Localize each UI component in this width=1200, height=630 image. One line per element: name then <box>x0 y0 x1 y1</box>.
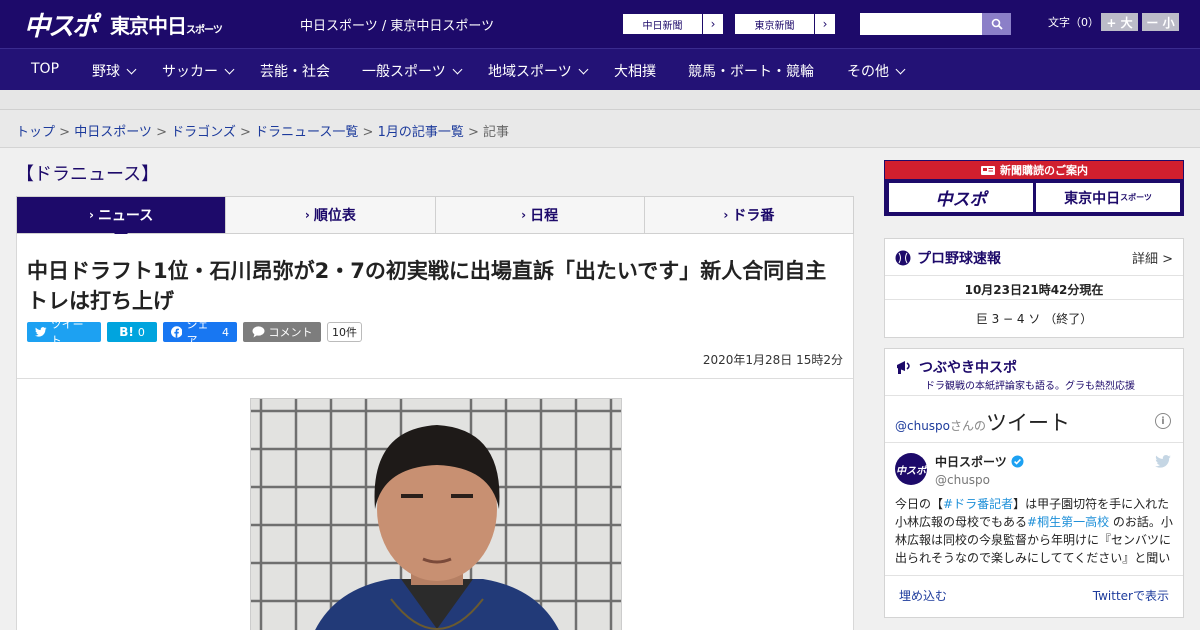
comment-button[interactable]: コメント <box>243 322 321 342</box>
tweet-text: 今日の【#ドラ番記者】は甲子園切符を手に入れた小林広報の母校でもある#桐生第一高… <box>895 497 1173 565</box>
breadcrumb-top[interactable]: トップ <box>16 125 55 140</box>
avatar[interactable]: 中スポ <box>895 453 927 485</box>
nav-sumo[interactable]: 大相撲 <box>614 61 656 81</box>
baseball-detail-link[interactable]: 詳細 > <box>1132 248 1173 267</box>
nav-racing[interactable]: 競馬・ボート・競輪 <box>688 61 814 81</box>
divider <box>885 395 1183 396</box>
divider <box>885 275 1183 276</box>
facebook-icon <box>171 326 183 338</box>
search-button[interactable] <box>982 13 1011 35</box>
twitter-bird-icon <box>35 327 47 337</box>
divider <box>885 299 1183 300</box>
info-icon[interactable]: i <box>1155 413 1171 429</box>
player-photo <box>251 399 621 630</box>
chevron-right-icon: › <box>521 208 527 222</box>
twitter-bird-icon[interactable] <box>1155 455 1171 468</box>
chunichi-shimbun-link[interactable]: 中日新聞 › <box>622 13 724 35</box>
facebook-share-button[interactable]: シェア 4 <box>163 318 237 347</box>
speech-bubble-icon <box>252 326 264 338</box>
tweet-user-info: 中日スポーツ @chuspo <box>935 453 1024 487</box>
baseball-scores-box: プロ野球速報 詳細 > 10月23日21時42分現在 巨 3 − 4 ソ （終了… <box>884 238 1184 338</box>
chevron-down-icon <box>126 64 137 74</box>
tweet-button[interactable]: ツイート <box>27 318 101 347</box>
divider <box>885 575 1183 576</box>
tokyo-chunichi-subscribe-button[interactable]: 東京中日 スポーツ <box>1036 183 1180 212</box>
breadcrumb-january[interactable]: 1月の記事一覧 <box>378 125 464 140</box>
twitter-box-subtitle: ドラ観戦の本紙評論家も語る。グラも熱烈応援 <box>925 381 1135 392</box>
article: 中日ドラフト1位・石川昂弥が2・7の初実戦に出場直訴「出たいです」新人合同自主ト… <box>16 234 854 630</box>
chevron-down-icon <box>224 64 235 74</box>
nav-other[interactable]: その他 <box>847 61 906 81</box>
chuspo-logo[interactable]: 中スポ <box>24 6 98 43</box>
breadcrumb: トップ > 中日スポーツ > ドラゴンズ > ドラニュース一覧 > 1月の記事一… <box>16 125 510 140</box>
tokyo-shimbun-link[interactable]: 東京新聞 › <box>734 13 836 35</box>
nav-local-sports[interactable]: 地域スポーツ <box>488 61 589 81</box>
nav-soccer[interactable]: サッカー <box>162 61 235 81</box>
article-headline: 中日ドラフト1位・石川昂弥が2・7の初実戦に出場直訴「出たいです」新人合同自主ト… <box>27 259 827 313</box>
nav-baseball[interactable]: 野球 <box>92 61 137 81</box>
newspaper-icon <box>981 165 995 175</box>
breadcrumb-dora-news[interactable]: ドラニュース一覧 <box>255 125 358 140</box>
font-smaller-button[interactable]: ー 小 <box>1142 13 1179 31</box>
share-row: ツイート B! 0 シェア 4 コメント 10件 <box>27 318 362 347</box>
baseball-box-title: プロ野球速報 <box>895 248 1001 268</box>
chevron-down-icon <box>895 64 906 74</box>
site-logo[interactable]: 中スポ 東京中日スポーツ <box>24 6 223 43</box>
hatena-bookmark-button[interactable]: B! 0 <box>107 322 157 342</box>
search-icon <box>991 18 1003 30</box>
article-date: 2020年1月28日 15時2分 <box>702 353 843 367</box>
tweet-user-handle: @chuspo <box>935 473 991 487</box>
tweet-user-name-row: 中日スポーツ <box>935 453 1024 470</box>
hatena-icon: B! <box>119 325 134 339</box>
section-title: 【ドラニュース】 <box>16 164 160 185</box>
hashtag-link[interactable]: #桐生第一高校 <box>1027 515 1109 529</box>
chevron-right-icon: › <box>88 208 94 222</box>
site-name-link[interactable]: 中日スポーツ / 東京中日スポーツ <box>300 15 494 34</box>
tab-standings[interactable]: › 順位表 <box>226 197 436 233</box>
main-nav: TOP 野球 サッカー 芸能・社会 一般スポーツ 地域スポーツ 大相撲 競馬・ボ… <box>0 48 1200 90</box>
chevron-down-icon <box>452 64 463 74</box>
comment-count[interactable]: 10件 <box>327 322 362 342</box>
baseball-score[interactable]: 巨 3 − 4 ソ （終了） <box>885 310 1183 327</box>
tab-dora-ban[interactable]: › ドラ番 <box>645 197 853 233</box>
chevron-down-icon <box>578 64 589 74</box>
baseball-timestamp: 10月23日21時42分現在 <box>964 283 1104 297</box>
article-photo[interactable] <box>250 398 622 630</box>
divider <box>17 378 853 379</box>
search-input[interactable] <box>860 13 982 35</box>
verified-badge-icon <box>1011 455 1024 468</box>
hashtag-link[interactable]: #ドラ番記者 <box>943 497 1013 511</box>
ad-title-bar: 新聞購読のご案内 <box>885 161 1183 179</box>
nav-top[interactable]: TOP <box>31 61 59 77</box>
view-on-twitter-link[interactable]: Twitterで表示 <box>1093 587 1169 604</box>
breadcrumb-chunichi-sports[interactable]: 中日スポーツ <box>74 125 152 140</box>
top-header: 中スポ 東京中日スポーツ 中日スポーツ / 東京中日スポーツ 中日新聞 › 東京… <box>0 0 1200 48</box>
breadcrumb-bar: トップ > 中日スポーツ > ドラゴンズ > ドラニュース一覧 > 1月の記事一… <box>0 110 1200 148</box>
tweet-user[interactable]: 中スポ 中日スポーツ @chuspo <box>895 453 1024 487</box>
divider <box>885 442 1183 443</box>
subscription-ad[interactable]: 新聞購読のご案内 中スポ 東京中日 スポーツ <box>884 160 1184 216</box>
section-tabs: › ニュース › 順位表 › 日程 › ドラ番 <box>16 196 854 240</box>
breadcrumb-current: 記事 <box>483 125 510 140</box>
breadcrumb-dragons[interactable]: ドラゴンズ <box>171 125 236 140</box>
twitter-box-title: つぶやき中スポ <box>895 357 1017 377</box>
tab-schedule[interactable]: › 日程 <box>436 197 645 233</box>
font-size-label: 文字（0） <box>1048 16 1099 29</box>
chevron-right-icon: › <box>723 208 729 222</box>
baseball-icon <box>895 250 911 266</box>
nav-general-sports[interactable]: 一般スポーツ <box>362 61 463 81</box>
twitter-handle-heading[interactable]: @chuspo さんの ツイート <box>895 407 1070 437</box>
tab-news[interactable]: › ニュース <box>17 197 227 240</box>
nav-entertainment[interactable]: 芸能・社会 <box>260 61 330 81</box>
sub-strip <box>0 90 1200 110</box>
chevron-right-icon: › <box>304 208 310 222</box>
embed-link[interactable]: 埋め込む <box>899 587 947 604</box>
chuspo-subscribe-button[interactable]: 中スポ <box>889 183 1033 212</box>
chevron-right-icon: › <box>710 17 716 31</box>
chevron-right-icon: › <box>822 17 828 31</box>
megaphone-icon <box>897 361 910 374</box>
twitter-box: つぶやき中スポ ドラ観戦の本紙評論家も語る。グラも熱烈応援 @chuspo さん… <box>884 348 1184 618</box>
tokyo-chunichi-logo[interactable]: 東京中日スポーツ <box>110 10 223 39</box>
font-larger-button[interactable]: + 大 <box>1101 13 1138 31</box>
